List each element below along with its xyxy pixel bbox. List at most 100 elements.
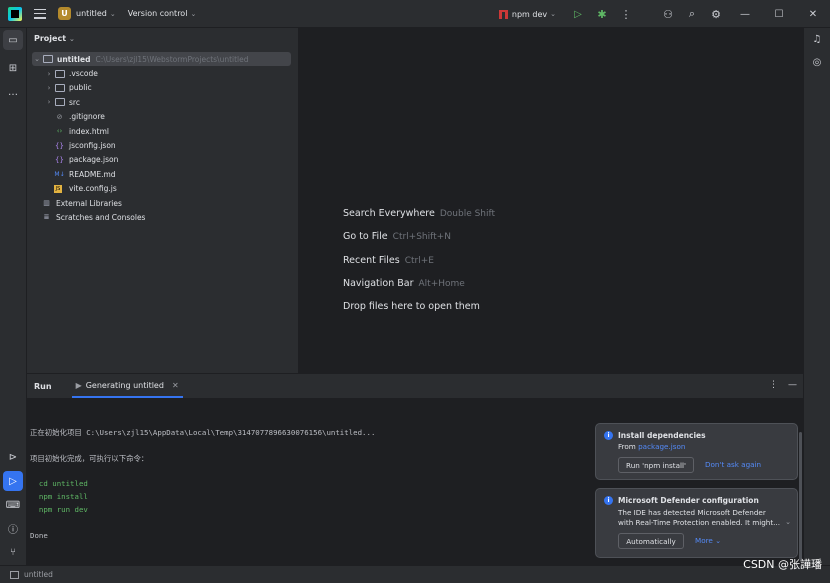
console-line-cmd: npm install [30, 492, 88, 501]
close-window-button[interactable]: ✕ [796, 0, 830, 28]
project-panel-title: Project [34, 34, 67, 43]
project-panel-header[interactable]: Project ⌄ [34, 34, 75, 43]
bug-icon: ✱ [597, 7, 607, 21]
tree-item[interactable]: › public [27, 81, 299, 95]
close-tab-icon[interactable]: ✕ [172, 381, 179, 390]
chevron-right-icon[interactable]: › [44, 70, 54, 78]
play-icon: ▷ [9, 475, 17, 487]
right-tool-strip: ♫ ◎ [803, 28, 830, 565]
ai-assistant-icon: ◎ [812, 56, 822, 68]
git-tool-button[interactable]: ⑂ [3, 542, 23, 562]
notifications-button[interactable]: ♫ [807, 29, 827, 49]
tree-item-label: vite.config.js [69, 184, 117, 194]
scratches-and-consoles[interactable]: ≣ Scratches and Consoles [27, 210, 299, 224]
tree-item-label: package.json [69, 155, 119, 165]
tree-item-label: .gitignore [69, 112, 105, 122]
tip-label: Search Everywhere [343, 208, 435, 219]
run-tab-generating[interactable]: ▶ Generating untitled ✕ [71, 374, 183, 398]
run-tool-button[interactable]: ▷ [3, 471, 23, 491]
package-json-link[interactable]: package.json [638, 442, 685, 451]
tip-shortcut: Ctrl+Shift+N [392, 232, 451, 243]
editor-tip: Recent Files Ctrl+E [343, 255, 495, 278]
debug-button[interactable]: ✱ [590, 2, 614, 26]
markdown-icon: M↓ [54, 170, 65, 178]
project-tool-button[interactable]: ▭ [3, 30, 23, 50]
terminal-icon: ⌨ [5, 499, 21, 511]
services-tool-button[interactable]: ⊳ [3, 447, 23, 467]
expand-chevron-icon[interactable]: ⌄ [785, 518, 791, 526]
hide-panel-icon[interactable]: — [788, 380, 797, 390]
webstorm-logo-icon [8, 6, 22, 21]
notification-body-line: with Real-Time Protection enabled. It mi… [618, 518, 780, 527]
folder-icon: ▭ [8, 34, 18, 46]
console-line-init: 正在初始化项目 C:\Users\zjl15\AppData\Local\Tem… [30, 428, 376, 437]
tree-item[interactable]: JS vite.config.js [27, 182, 299, 196]
tip-label: Drop files here to open them [343, 301, 480, 313]
minimize-icon: — [740, 8, 750, 20]
scratches-label: Scratches and Consoles [56, 212, 146, 222]
tip-shortcut: Double Shift [439, 209, 496, 219]
more-vertical-icon[interactable]: ⋮ [769, 380, 778, 390]
notification-body: From package.json [618, 442, 685, 451]
tree-item[interactable]: {} jsconfig.json [27, 138, 299, 152]
gear-icon: ⚙ [711, 7, 721, 21]
javascript-icon: JS [54, 184, 62, 193]
from-label: From [618, 442, 636, 451]
structure-tool-button[interactable]: ⊞ [3, 58, 23, 78]
chevron-right-icon[interactable]: › [44, 98, 54, 106]
problems-tool-button[interactable]: ⓘ [3, 518, 23, 538]
tree-item[interactable]: › .vscode [27, 66, 299, 80]
search-button[interactable]: ⌕ [680, 2, 704, 26]
maximize-button[interactable]: ☐ [762, 0, 796, 28]
editor-area: Search Everywhere Double Shift Go to File C… [300, 28, 803, 373]
minimize-button[interactable]: — [728, 0, 762, 28]
tree-item[interactable]: {} package.json [27, 153, 299, 167]
more-label: More [695, 536, 713, 545]
folder-icon [54, 83, 65, 92]
chevron-down-icon[interactable]: ⌄ [32, 55, 42, 63]
tip-label: Go to File [343, 231, 388, 243]
problems-icon: ⓘ [8, 524, 18, 536]
run-npm-install-button[interactable]: Run 'npm install' [618, 457, 694, 473]
play-icon: ▷ [574, 8, 582, 20]
tree-item[interactable]: › src [27, 95, 299, 109]
more-tools-button[interactable]: … [3, 82, 23, 102]
external-libraries[interactable]: ▥ External Libraries [27, 196, 299, 210]
install-dependencies-notification: i Install dependencies From package.json… [595, 423, 798, 480]
run-tab-label: Generating untitled [85, 380, 164, 390]
terminal-tool-button[interactable]: ⌨ [3, 495, 23, 515]
project-switcher[interactable]: untitled ⌄ [76, 9, 116, 18]
services-icon: ⊳ [8, 451, 18, 463]
tree-root-untitled[interactable]: ⌄ untitled C:\Users\zjl15\WebstormProjec… [32, 52, 291, 67]
main-menu-icon[interactable] [34, 8, 46, 19]
code-with-me-button[interactable]: ⚇ [656, 2, 680, 26]
tree-item-label: src [69, 97, 80, 107]
settings-button[interactable]: ⚙ [704, 2, 728, 26]
ai-assistant-button[interactable]: ◎ [807, 52, 827, 72]
tree-item-label: README.md [69, 169, 116, 179]
dont-ask-again-link[interactable]: Don't ask again [705, 460, 761, 469]
more-dropdown-link[interactable]: More ⌄ [695, 536, 721, 545]
status-project-name[interactable]: untitled [24, 570, 53, 579]
console-scrollbar[interactable] [799, 432, 802, 560]
tree-item[interactable]: ⊘ .gitignore [27, 110, 299, 124]
editor-empty-tips: Search Everywhere Double Shift Go to File C… [343, 208, 495, 324]
version-control-menu[interactable]: Version control ⌄ [128, 9, 197, 18]
folder-icon [54, 98, 65, 107]
tree-item[interactable]: M↓ README.md [27, 167, 299, 181]
automatically-button[interactable]: Automatically [618, 533, 684, 549]
more-actions-button[interactable]: ⋮ [614, 2, 638, 26]
console-line-done: Done [30, 531, 48, 540]
tip-shortcut: Alt+Home [418, 278, 465, 289]
chevron-down-icon: ⌄ [550, 10, 556, 18]
run-button[interactable]: ▷ [566, 2, 590, 26]
project-badge[interactable]: U [58, 7, 71, 20]
gitignore-icon: ⊘ [56, 112, 63, 121]
tree-item[interactable]: ‹› index.html [27, 124, 299, 138]
chevron-right-icon[interactable]: › [44, 84, 54, 92]
version-control-label: Version control [127, 9, 188, 18]
chevron-down-icon: ⌄ [715, 536, 722, 545]
root-folder-name: untitled [57, 54, 91, 64]
structure-icon: ⊞ [8, 62, 18, 74]
run-configuration-selector[interactable]: npm dev ⌄ [498, 9, 556, 19]
